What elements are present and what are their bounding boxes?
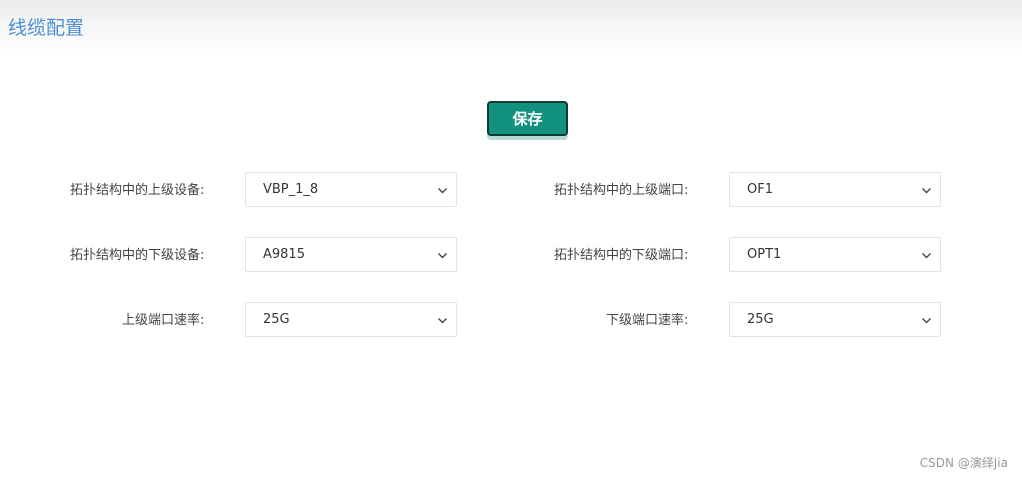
lower-rate-label: 下级端口速率: bbox=[606, 313, 689, 328]
lower-port-select[interactable]: OPT1 bbox=[729, 237, 941, 272]
upper-rate-label: 上级端口速率: bbox=[122, 313, 205, 328]
lower-port-label: 拓扑结构中的下级端口: bbox=[554, 248, 689, 263]
upper-device-select[interactable]: VBP_1_8 bbox=[245, 172, 457, 207]
chevron-down-icon bbox=[438, 318, 447, 324]
upper-device-value: VBP_1_8 bbox=[263, 182, 319, 197]
chevron-down-icon bbox=[438, 253, 447, 259]
upper-rate-value: 25G bbox=[263, 312, 290, 327]
chevron-down-icon bbox=[922, 253, 931, 259]
page: 线缆配置 保存 拓扑结构中的上级设备: VBP_1_8 拓扑结构中的上级端口: … bbox=[0, 0, 1022, 480]
upper-device-label: 拓扑结构中的上级设备: bbox=[70, 183, 205, 198]
upper-port-label: 拓扑结构中的上级端口: bbox=[554, 183, 689, 198]
lower-device-value: A9815 bbox=[263, 247, 305, 262]
lower-device-select[interactable]: A9815 bbox=[245, 237, 457, 272]
chevron-down-icon bbox=[438, 188, 447, 194]
save-button[interactable]: 保存 bbox=[487, 101, 568, 136]
page-header: 线缆配置 bbox=[0, 0, 1022, 52]
chevron-down-icon bbox=[922, 318, 931, 324]
page-title: 线缆配置 bbox=[8, 17, 85, 39]
chevron-down-icon bbox=[922, 188, 931, 194]
upper-rate-select[interactable]: 25G bbox=[245, 302, 457, 337]
lower-port-value: OPT1 bbox=[747, 247, 782, 262]
upper-port-value: OF1 bbox=[747, 182, 773, 197]
upper-port-select[interactable]: OF1 bbox=[729, 172, 941, 207]
lower-rate-value: 25G bbox=[747, 312, 774, 327]
watermark: CSDN @演绎Jia bbox=[919, 456, 1008, 470]
lower-rate-select[interactable]: 25G bbox=[729, 302, 941, 337]
lower-device-label: 拓扑结构中的下级设备: bbox=[70, 248, 205, 263]
